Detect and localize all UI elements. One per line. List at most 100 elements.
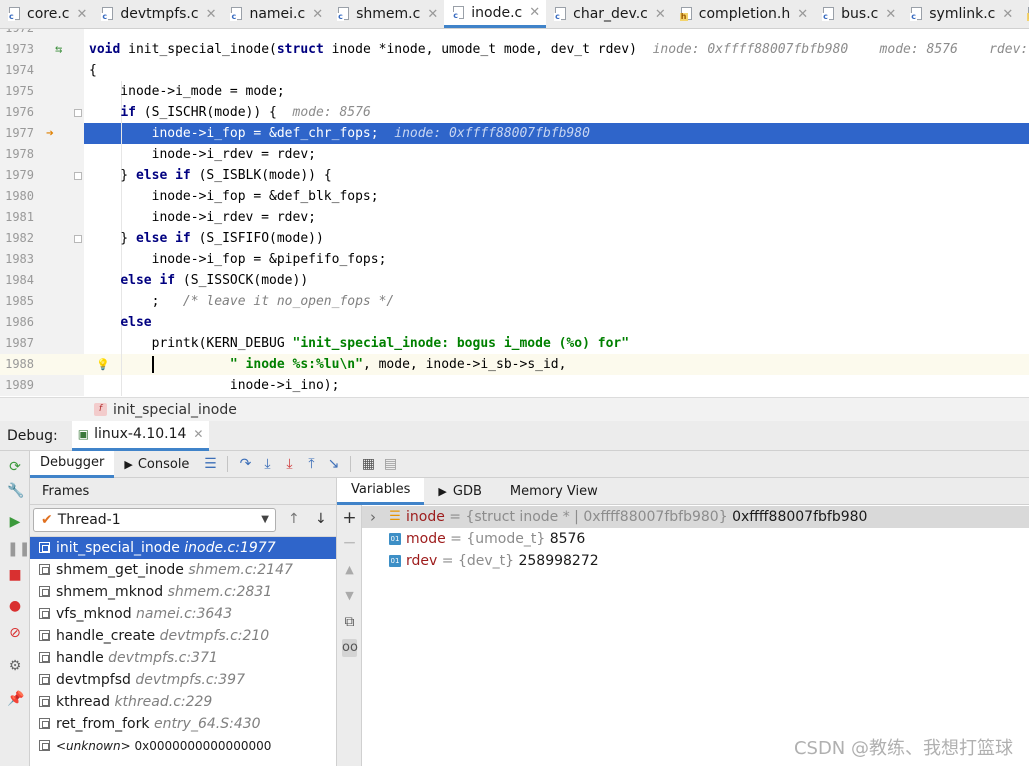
stack-frame[interactable]: vfs_mknod namei.c:3643 bbox=[30, 603, 336, 625]
gutter[interactable]: 1972 bbox=[0, 29, 84, 39]
variable-row[interactable]: 01 mode = {umode_t} 8576 bbox=[362, 528, 1029, 550]
code-line[interactable]: 1981 inode->i_rdev = rdev; bbox=[0, 207, 1029, 228]
move-up-icon[interactable]: ▲ bbox=[342, 561, 357, 579]
gutter[interactable]: 1974 bbox=[0, 60, 84, 81]
stop-icon[interactable]: ■ bbox=[7, 567, 23, 583]
gear-icon[interactable]: ⚙ bbox=[7, 658, 23, 674]
gutter[interactable]: 1976 bbox=[0, 102, 84, 123]
close-tab-icon[interactable]: ✕ bbox=[1002, 7, 1013, 22]
tab-char_dev-c[interactable]: c char_dev.c ✕ bbox=[546, 0, 672, 28]
tab-namei-c[interactable]: c namei.c ✕ bbox=[222, 0, 329, 28]
stack-frame[interactable]: kthread kthread.c:229 bbox=[30, 691, 336, 713]
step-into-icon[interactable]: ⤓ bbox=[256, 454, 278, 474]
close-tab-icon[interactable]: ✕ bbox=[427, 7, 438, 22]
mute-breakpoints-icon[interactable]: ⊘ bbox=[7, 625, 23, 641]
code-line[interactable]: 1975 inode->i_mode = mode; bbox=[0, 81, 1029, 102]
stack-frame[interactable]: shmem_mknod shmem.c:2831 bbox=[30, 581, 336, 603]
close-tab-icon[interactable]: ✕ bbox=[529, 5, 540, 20]
code-line[interactable]: 1976 if (S_ISCHR(mode)) { mode: 8576 bbox=[0, 102, 1029, 123]
gutter[interactable]: 1984 bbox=[0, 270, 84, 291]
tab-variables[interactable]: Variables bbox=[337, 477, 425, 505]
close-tab-icon[interactable]: ✕ bbox=[797, 7, 808, 22]
stack-frame[interactable]: <unknown> 0x0000000000000000 bbox=[30, 735, 336, 757]
code-line[interactable]: 1983 inode->i_fop = &pipefifo_fops; bbox=[0, 249, 1029, 270]
variable-row[interactable]: › ☰ inode = {struct inode * | 0xffff88007f… bbox=[362, 506, 1029, 528]
gutter[interactable]: 1983 bbox=[0, 249, 84, 270]
implements-override-icon[interactable]: ⇆ bbox=[55, 39, 62, 60]
tab-gdb[interactable]: ▶ GDB bbox=[424, 478, 495, 505]
show-watches-glasses-icon[interactable]: oo bbox=[342, 639, 358, 657]
step-out-icon[interactable]: ⤒ bbox=[300, 454, 322, 474]
code-line[interactable]: 1972 bbox=[0, 29, 1029, 39]
settings-wrench-icon[interactable]: 🔧 bbox=[7, 483, 24, 499]
thread-select[interactable]: ✔ Thread-1 ▼ bbox=[33, 508, 276, 532]
tab-devtmpfs-c[interactable]: c devtmpfs.c ✕ bbox=[93, 0, 222, 28]
tab-bus-c[interactable]: c bus.c ✕ bbox=[814, 0, 902, 28]
code-line[interactable]: 1987 printk(KERN_DEBUG "init_special_ino… bbox=[0, 333, 1029, 354]
code-line[interactable]: 1988 " inode %s:%lu\n", mode, inode->i_s… bbox=[0, 354, 1029, 375]
fold-toggle-icon[interactable] bbox=[74, 235, 82, 243]
rerun-icon[interactable]: ⟳ bbox=[7, 459, 23, 475]
code-line[interactable]: 1984 else if (S_ISSOCK(mode)) bbox=[0, 270, 1029, 291]
breadcrumb-function-name[interactable]: init_special_inode bbox=[113, 402, 237, 418]
fold-toggle-icon[interactable] bbox=[74, 109, 82, 117]
stack-frame[interactable]: devtmpfsd devtmpfs.c:397 bbox=[30, 669, 336, 691]
stack-frame[interactable]: shmem_get_inode shmem.c:2147 bbox=[30, 559, 336, 581]
pin-icon[interactable]: 📌 bbox=[7, 691, 24, 707]
tab-core-c[interactable]: c core.c ✕ bbox=[0, 0, 93, 28]
gutter[interactable]: 1973 ⇆ bbox=[0, 39, 84, 60]
gutter[interactable]: 1979 bbox=[0, 165, 84, 186]
gutter[interactable]: 1989 bbox=[0, 375, 84, 396]
close-tab-icon[interactable]: ✕ bbox=[885, 7, 896, 22]
gutter[interactable]: 1981 bbox=[0, 207, 84, 228]
tab-completion-h[interactable]: h completion.h ✕ bbox=[672, 0, 814, 28]
layout-menu-icon[interactable]: ☰ bbox=[199, 454, 221, 474]
code-line[interactable]: 1978 inode->i_rdev = rdev; bbox=[0, 144, 1029, 165]
remove-watch-icon[interactable]: − bbox=[342, 534, 357, 552]
stack-frame[interactable]: handle_create devtmpfs.c:210 bbox=[30, 625, 336, 647]
gutter[interactable]: 1987 bbox=[0, 333, 84, 354]
code-line[interactable]: 1977 ➔ inode->i_fop = &def_chr_fops; inod… bbox=[0, 123, 1029, 144]
code-line[interactable]: 1985 ; /* leave it no_open_fops */ bbox=[0, 291, 1029, 312]
close-session-icon[interactable]: ✕ bbox=[193, 427, 203, 441]
close-tab-icon[interactable]: ✕ bbox=[76, 7, 87, 22]
debug-session-tab[interactable]: ▣ linux-4.10.14 ✕ bbox=[71, 420, 210, 451]
tab-debugger[interactable]: Debugger bbox=[30, 450, 115, 478]
stack-frame[interactable]: ret_from_fork entry_64.S:430 bbox=[30, 713, 336, 735]
close-tab-icon[interactable]: ✕ bbox=[655, 7, 666, 22]
tab-symlink-c[interactable]: c symlink.c ✕ bbox=[902, 0, 1019, 28]
tab-memory-view[interactable]: Memory View bbox=[496, 478, 612, 505]
gutter[interactable]: 1975 bbox=[0, 81, 84, 102]
tab-inode-c[interactable]: c inode.c ✕ bbox=[444, 0, 547, 28]
tab-shmem-c[interactable]: c shmem.c ✕ bbox=[329, 0, 444, 28]
code-line[interactable]: 1979 } else if (S_ISBLK(mode)) { bbox=[0, 165, 1029, 186]
code-line[interactable]: 1989 inode->i_ino); bbox=[0, 375, 1029, 396]
code-line[interactable]: 1986 else bbox=[0, 312, 1029, 333]
expand-arrow-icon[interactable]: › bbox=[370, 506, 376, 528]
gutter[interactable]: 1985 bbox=[0, 291, 84, 312]
code-line[interactable]: 1974 { bbox=[0, 60, 1029, 81]
tab-p[interactable]: hp bbox=[1019, 0, 1029, 28]
force-step-into-icon[interactable]: ⤓ bbox=[278, 454, 300, 474]
gutter[interactable]: 1982 bbox=[0, 228, 84, 249]
stack-frame[interactable]: handle devtmpfs.c:371 bbox=[30, 647, 336, 669]
variable-row[interactable]: 01 rdev = {dev_t} 258998272 bbox=[362, 550, 1029, 572]
code-editor[interactable]: 1972 1973 ⇆ void init_special_inode(struct … bbox=[0, 29, 1029, 397]
tab-console[interactable]: ▶ Console bbox=[114, 451, 199, 478]
gutter[interactable]: 1986 bbox=[0, 312, 84, 333]
step-over-icon[interactable]: ↷ bbox=[234, 454, 256, 474]
breadcrumb[interactable]: f init_special_inode bbox=[0, 397, 1029, 421]
fold-toggle-icon[interactable] bbox=[74, 172, 82, 180]
copy-icon[interactable]: ⧉ bbox=[342, 613, 357, 631]
gutter[interactable]: 1980 bbox=[0, 186, 84, 207]
code-line[interactable]: 1973 ⇆ void init_special_inode(struct inod… bbox=[0, 39, 1029, 60]
move-down-icon[interactable]: ▼ bbox=[342, 587, 357, 605]
code-line[interactable]: 1982 } else if (S_ISFIFO(mode)) bbox=[0, 228, 1029, 249]
intention-bulb-icon[interactable]: 💡 bbox=[96, 354, 110, 375]
evaluate-expression-icon[interactable]: ▦ bbox=[357, 454, 379, 474]
gutter[interactable]: 1977 ➔ bbox=[0, 123, 84, 144]
gutter[interactable]: 1988 bbox=[0, 354, 84, 375]
close-tab-icon[interactable]: ✕ bbox=[312, 7, 323, 22]
close-tab-icon[interactable]: ✕ bbox=[206, 7, 217, 22]
frame-down-icon[interactable]: ↓ bbox=[315, 511, 327, 527]
